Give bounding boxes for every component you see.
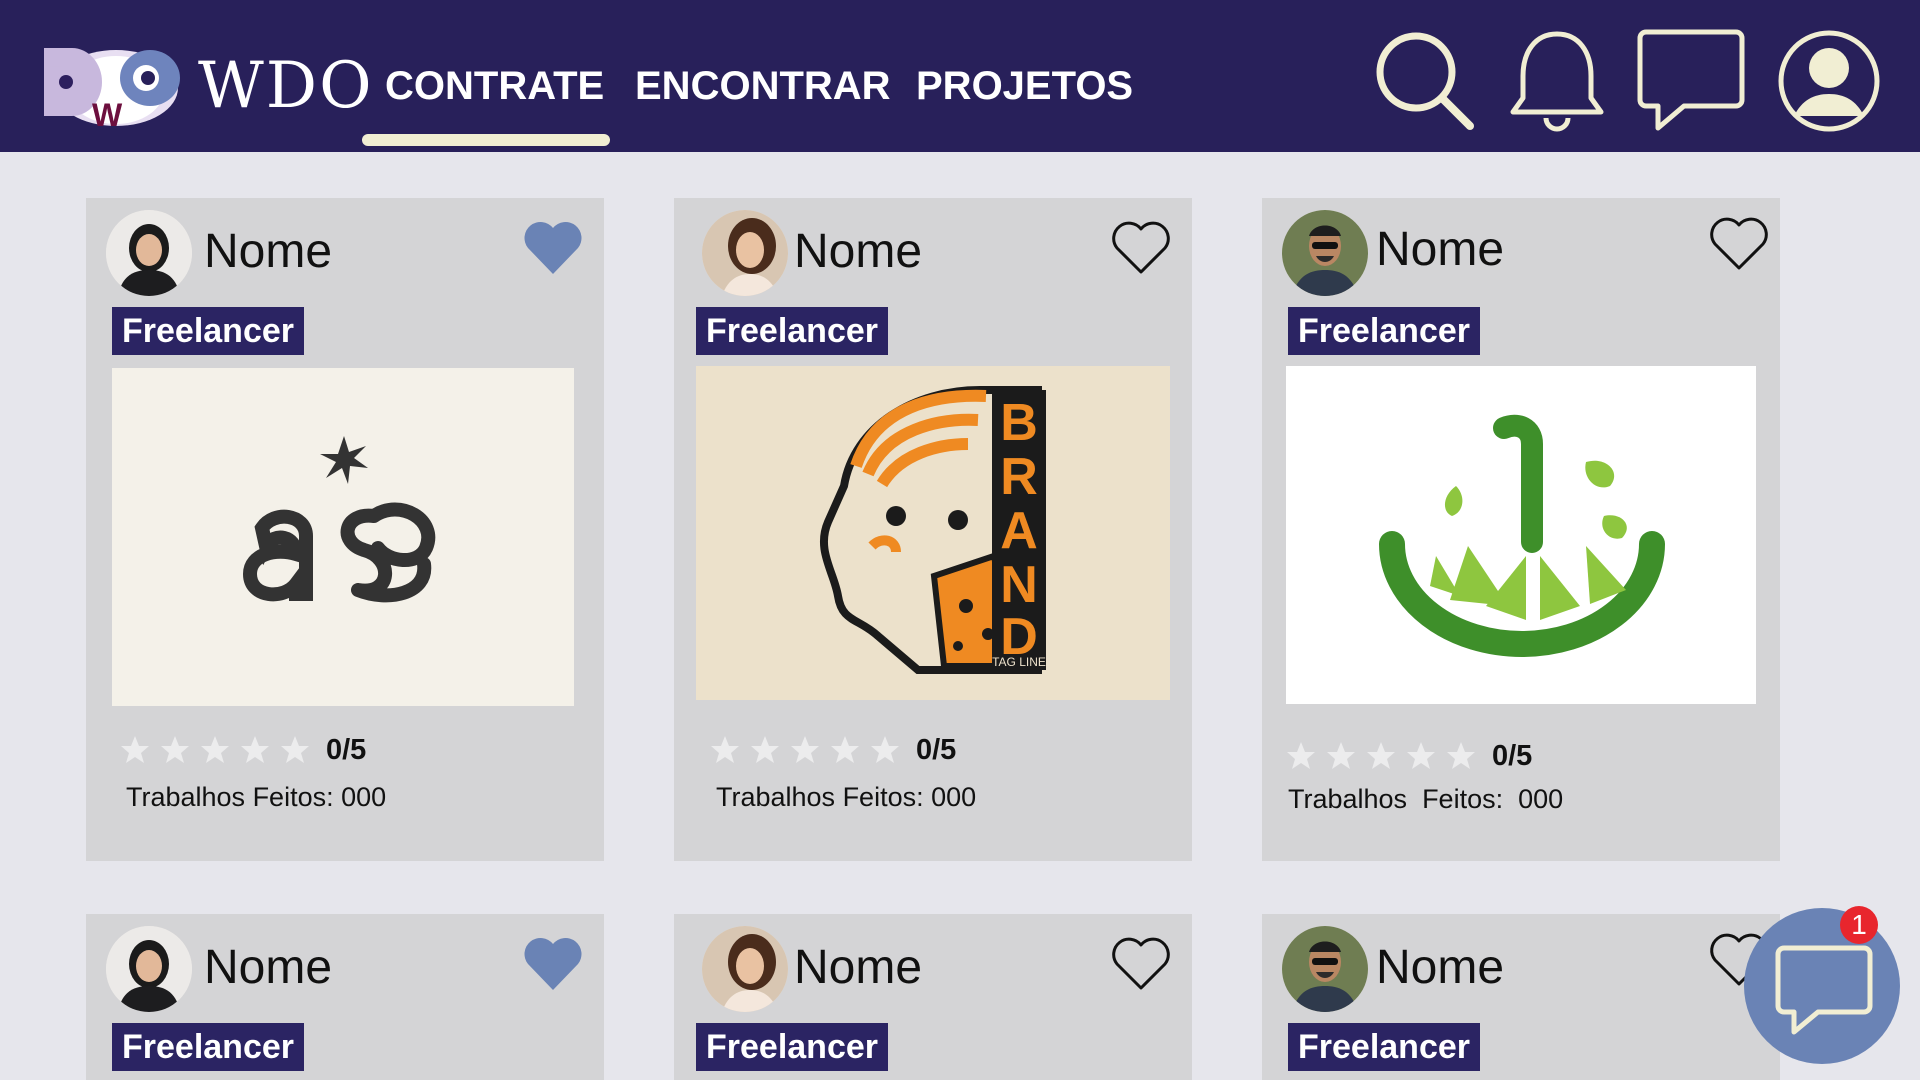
role-badge: Freelancer xyxy=(112,307,304,355)
avatar xyxy=(106,210,192,296)
brand-letter: B xyxy=(1000,394,1038,452)
star-icon[interactable] xyxy=(750,735,780,765)
notification-badge: 1 xyxy=(1840,906,1878,944)
heart-outline-icon[interactable] xyxy=(1110,218,1172,276)
freelancer-name: Nome xyxy=(204,941,333,994)
chat-icon[interactable] xyxy=(1636,28,1746,132)
jobs-completed: Trabalhos Feitos: 000 xyxy=(716,782,977,812)
freelancer-card[interactable]: Nome Freelancer 0/5 Trabalhos Feitos: 00… xyxy=(86,198,604,861)
role-badge: Freelancer xyxy=(112,1023,304,1071)
bell-icon[interactable] xyxy=(1508,28,1606,134)
chat-bubble-icon xyxy=(1775,945,1873,1035)
freelancer-name: Nome xyxy=(204,225,333,278)
star-icon[interactable] xyxy=(1406,741,1436,771)
rating-value: 0/5 xyxy=(326,733,367,766)
heart-filled-icon[interactable] xyxy=(522,218,584,276)
avatar xyxy=(702,210,788,296)
star-icon[interactable] xyxy=(1326,741,1356,771)
brand-name: WDO xyxy=(198,49,374,123)
tagline-text: TAG LINE xyxy=(992,655,1046,669)
freelancer-name: Nome xyxy=(1376,223,1505,276)
avatar xyxy=(1282,210,1368,296)
brand-letter: R xyxy=(1000,448,1038,506)
avatar xyxy=(702,926,788,1012)
active-tab-indicator xyxy=(362,134,610,146)
rating: 0/5 xyxy=(710,732,956,768)
logo-letter-w: W xyxy=(92,97,123,132)
rating-value: 0/5 xyxy=(1492,739,1533,772)
brand-letter: N xyxy=(1000,556,1038,614)
heart-outline-icon[interactable] xyxy=(1110,934,1172,992)
avatar xyxy=(1282,926,1368,1012)
portfolio-image[interactable]: B R A N D TAG LINE xyxy=(696,366,1170,700)
role-badge: Freelancer xyxy=(696,1023,888,1071)
freelancer-card[interactable]: Nome Freelancer B R A N D TAG LINE 0/5 T… xyxy=(674,198,1192,861)
star-icon[interactable] xyxy=(1286,741,1316,771)
wdo-logo[interactable]: D W O xyxy=(40,40,190,132)
star-icon[interactable] xyxy=(790,735,820,765)
avatar xyxy=(106,926,192,1012)
user-profile-icon[interactable] xyxy=(1776,28,1882,134)
freelancer-card[interactable]: Nome Freelancer xyxy=(1262,914,1780,1080)
jobs-completed: Trabalhos Feitos: 000 xyxy=(1288,784,1564,814)
star-icon[interactable] xyxy=(830,735,860,765)
star-icon[interactable] xyxy=(160,735,190,765)
search-icon[interactable] xyxy=(1372,28,1476,132)
rating: 0/5 xyxy=(1286,738,1532,774)
portfolio-image[interactable] xyxy=(1286,366,1756,704)
heart-outline-icon[interactable] xyxy=(1708,214,1770,272)
star-icon[interactable] xyxy=(1366,741,1396,771)
freelancer-card[interactable]: Nome Freelancer xyxy=(674,914,1192,1080)
nav-encontrar[interactable]: ENCONTRAR xyxy=(635,58,891,114)
top-navigation-bar: D W O WDO CONTRATE ENCONTRAR PROJETOS xyxy=(0,0,1920,152)
freelancer-card[interactable]: Nome Freelancer xyxy=(86,914,604,1080)
rating-value: 0/5 xyxy=(916,733,957,766)
role-badge: Freelancer xyxy=(1288,1023,1480,1071)
rating: 0/5 xyxy=(120,732,366,768)
star-icon[interactable] xyxy=(870,735,900,765)
jobs-completed: Trabalhos Feitos: 000 xyxy=(126,782,387,812)
logo-letter-o: O xyxy=(40,40,41,41)
heart-filled-icon[interactable] xyxy=(522,934,584,992)
role-badge: Freelancer xyxy=(696,307,888,355)
star-icon[interactable] xyxy=(120,735,150,765)
star-icon[interactable] xyxy=(710,735,740,765)
portfolio-image[interactable] xyxy=(112,368,574,706)
star-icon[interactable] xyxy=(280,735,310,765)
star-icon[interactable] xyxy=(240,735,270,765)
freelancer-name: Nome xyxy=(794,225,923,278)
freelancer-name: Nome xyxy=(1376,941,1505,994)
freelancer-card[interactable]: Nome Freelancer 0/5 Trabalhos Feitos: 00… xyxy=(1262,198,1780,861)
brand-letter: A xyxy=(1000,502,1038,560)
star-icon[interactable] xyxy=(1446,741,1476,771)
freelancer-name: Nome xyxy=(794,941,923,994)
nav-projetos[interactable]: PROJETOS xyxy=(916,58,1133,114)
nav-contrate[interactable]: CONTRATE xyxy=(385,58,604,114)
star-icon[interactable] xyxy=(200,735,230,765)
role-badge: Freelancer xyxy=(1288,307,1480,355)
